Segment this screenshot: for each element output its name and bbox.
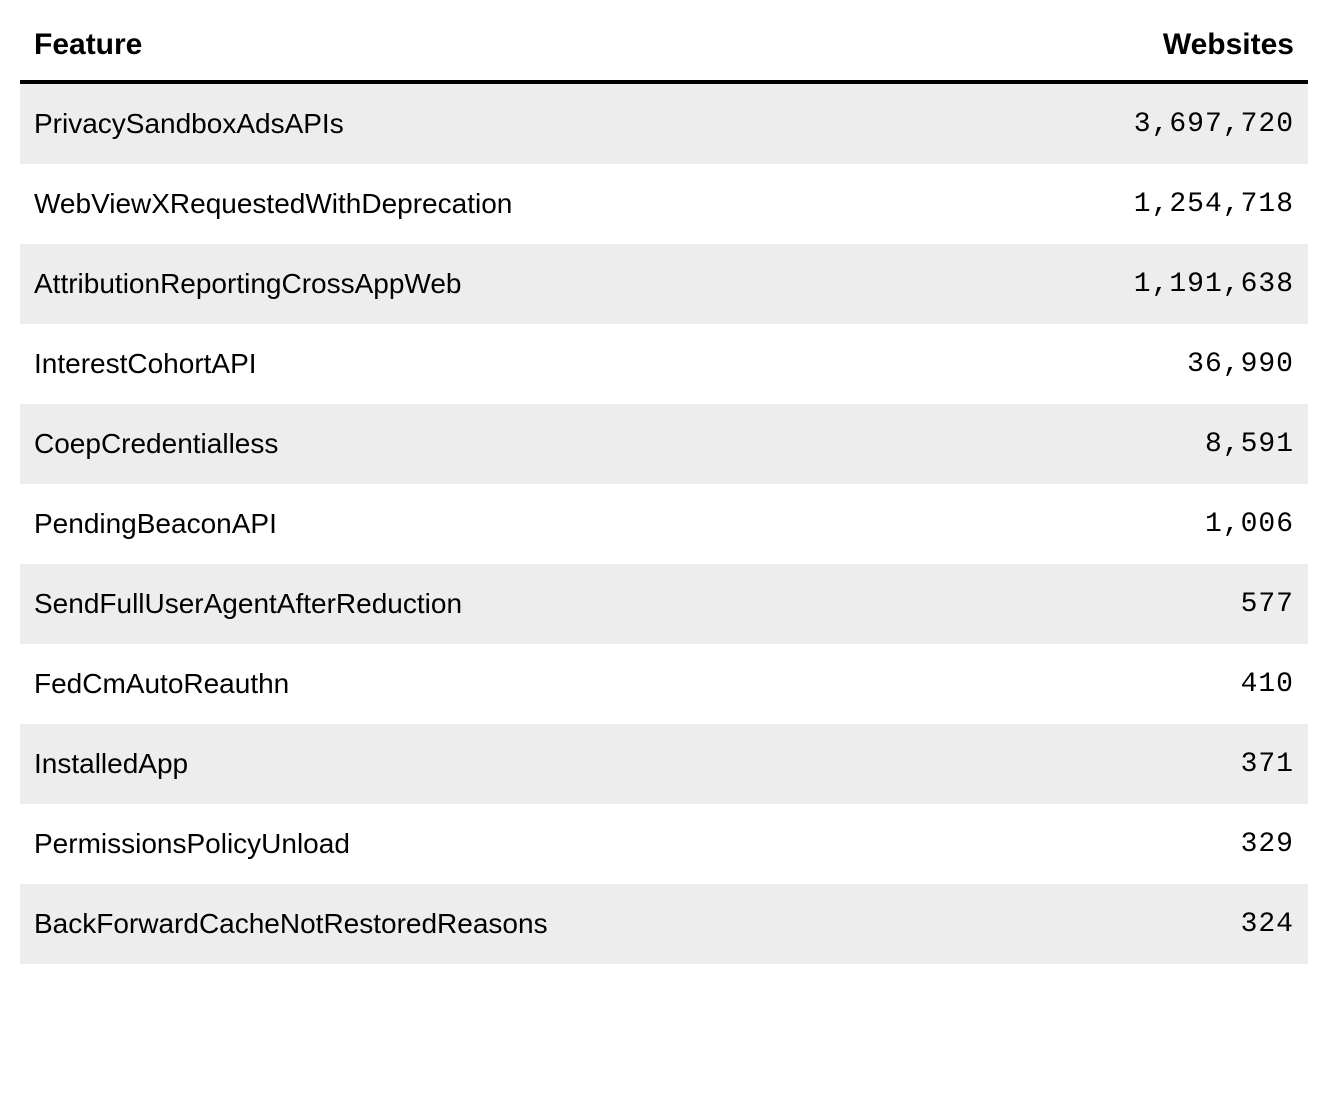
- websites-cell: 36,990: [947, 324, 1308, 404]
- table-row: PendingBeaconAPI 1,006: [20, 484, 1308, 564]
- websites-cell: 371: [947, 724, 1308, 804]
- feature-cell: SendFullUserAgentAfterReduction: [20, 564, 947, 644]
- table-row: BackForwardCacheNotRestoredReasons 324: [20, 884, 1308, 964]
- feature-cell: PermissionsPolicyUnload: [20, 804, 947, 884]
- column-header-feature: Feature: [20, 18, 947, 82]
- websites-cell: 1,006: [947, 484, 1308, 564]
- websites-cell: 1,191,638: [947, 244, 1308, 324]
- table-body: PrivacySandboxAdsAPIs 3,697,720 WebViewX…: [20, 82, 1308, 964]
- feature-cell: BackForwardCacheNotRestoredReasons: [20, 884, 947, 964]
- feature-cell: CoepCredentialless: [20, 404, 947, 484]
- feature-cell: InterestCohortAPI: [20, 324, 947, 404]
- table-row: PrivacySandboxAdsAPIs 3,697,720: [20, 82, 1308, 164]
- table-header-row: Feature Websites: [20, 18, 1308, 82]
- feature-cell: PendingBeaconAPI: [20, 484, 947, 564]
- table-row: CoepCredentialless 8,591: [20, 404, 1308, 484]
- websites-cell: 8,591: [947, 404, 1308, 484]
- feature-cell: InstalledApp: [20, 724, 947, 804]
- feature-cell: PrivacySandboxAdsAPIs: [20, 82, 947, 164]
- websites-cell: 577: [947, 564, 1308, 644]
- feature-cell: WebViewXRequestedWithDeprecation: [20, 164, 947, 244]
- column-header-websites: Websites: [947, 18, 1308, 82]
- table-row: InstalledApp 371: [20, 724, 1308, 804]
- table-row: InterestCohortAPI 36,990: [20, 324, 1308, 404]
- features-table: Feature Websites PrivacySandboxAdsAPIs 3…: [20, 18, 1308, 964]
- websites-cell: 329: [947, 804, 1308, 884]
- feature-cell: AttributionReportingCrossAppWeb: [20, 244, 947, 324]
- table-row: AttributionReportingCrossAppWeb 1,191,63…: [20, 244, 1308, 324]
- table-row: FedCmAutoReauthn 410: [20, 644, 1308, 724]
- table-row: SendFullUserAgentAfterReduction 577: [20, 564, 1308, 644]
- websites-cell: 1,254,718: [947, 164, 1308, 244]
- table-wrapper: Feature Websites PrivacySandboxAdsAPIs 3…: [0, 0, 1328, 984]
- feature-cell: FedCmAutoReauthn: [20, 644, 947, 724]
- websites-cell: 410: [947, 644, 1308, 724]
- websites-cell: 324: [947, 884, 1308, 964]
- table-row: WebViewXRequestedWithDeprecation 1,254,7…: [20, 164, 1308, 244]
- websites-cell: 3,697,720: [947, 82, 1308, 164]
- table-row: PermissionsPolicyUnload 329: [20, 804, 1308, 884]
